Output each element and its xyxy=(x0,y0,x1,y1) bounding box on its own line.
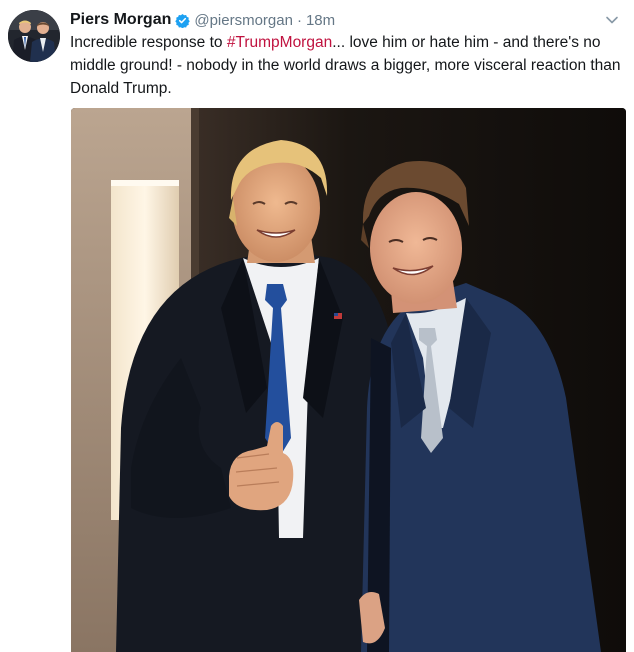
tweet-timestamp[interactable]: 18m xyxy=(306,12,335,29)
verified-badge-icon xyxy=(175,13,191,28)
tweet-text: Incredible response to #TrumpMorgan... l… xyxy=(70,31,626,100)
tweet-card: Piers Morgan @piersmorgan · 18m Incredib… xyxy=(0,0,634,652)
tweet-text-start: Incredible response to xyxy=(70,34,227,51)
tweet-header: Piers Morgan @piersmorgan · 18m xyxy=(70,10,335,30)
user-handle[interactable]: @piersmorgan xyxy=(194,12,293,29)
display-name[interactable]: Piers Morgan xyxy=(70,11,171,29)
avatar[interactable] xyxy=(8,10,60,62)
tweet-photo[interactable] xyxy=(71,108,626,652)
separator-dot: · xyxy=(296,11,302,29)
hashtag-link[interactable]: #TrumpMorgan xyxy=(227,34,332,51)
chevron-down-icon[interactable] xyxy=(604,12,620,28)
